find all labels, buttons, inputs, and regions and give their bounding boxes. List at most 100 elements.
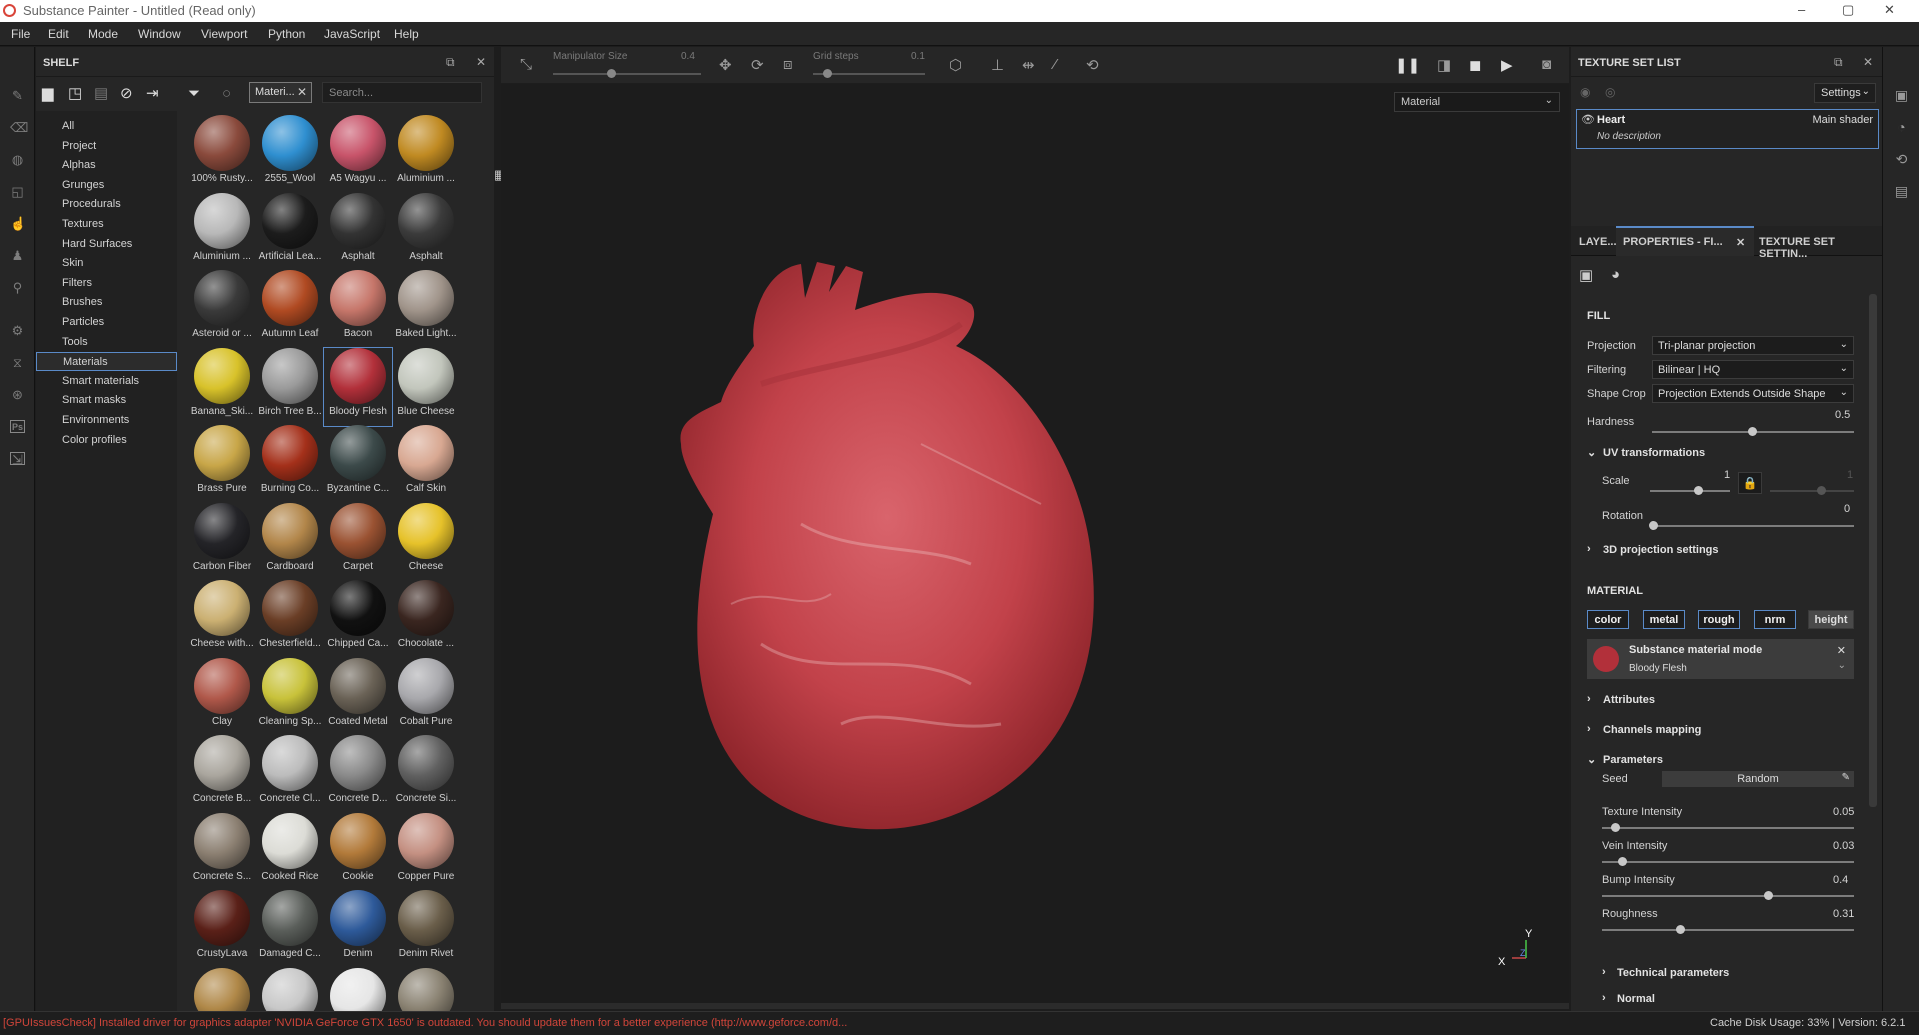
- technical-parameters-toggle[interactable]: ›: [1602, 966, 1606, 978]
- category-materials[interactable]: Materials: [36, 352, 177, 372]
- lock-icon[interactable]: 🔒: [1738, 472, 1762, 494]
- view-mode-icon[interactable]: ◨: [1437, 56, 1451, 74]
- material-tile[interactable]: Bacon: [324, 270, 392, 348]
- display-mode-select[interactable]: Material ⌄: [1394, 92, 1560, 112]
- material-tile[interactable]: Asteroid or ...: [188, 270, 256, 348]
- fill-layer-icon[interactable]: ▣: [1579, 266, 1593, 284]
- display-settings-icon[interactable]: ▣: [1894, 87, 1909, 103]
- param-value[interactable]: 0.05: [1833, 806, 1854, 818]
- material-tile[interactable]: Blue Cheese: [392, 347, 460, 426]
- pause-icon[interactable]: ❚❚: [1395, 56, 1420, 74]
- hide-icon[interactable]: ⊘: [120, 86, 133, 101]
- log-icon[interactable]: ▤: [1894, 183, 1909, 199]
- material-tile[interactable]: A5 Wagyu ...: [324, 115, 392, 193]
- remove-filter-icon[interactable]: ✕: [297, 85, 307, 99]
- material-tile[interactable]: Baked Light...: [392, 270, 460, 348]
- material-tile[interactable]: Concrete B...: [188, 735, 256, 813]
- category-skin[interactable]: Skin: [36, 254, 177, 273]
- projection-3d-title[interactable]: 3D projection settings: [1603, 544, 1719, 556]
- channel-color-button[interactable]: color: [1587, 610, 1629, 629]
- material-tile[interactable]: Calf Skin: [392, 425, 460, 503]
- scale-value[interactable]: 1: [1724, 469, 1730, 481]
- material-icon[interactable]: ◕: [1611, 266, 1620, 283]
- material-tile[interactable]: Cobalt Pure: [392, 657, 460, 736]
- gpu-warning-message[interactable]: [GPUIssuesCheck] Installed driver for gr…: [3, 1017, 847, 1029]
- align-icon[interactable]: ⊥: [991, 56, 1004, 74]
- menu-mode[interactable]: Mode: [88, 27, 118, 41]
- category-environments[interactable]: Environments: [36, 411, 177, 430]
- close-icon[interactable]: ✕: [1863, 55, 1873, 69]
- category-particles[interactable]: Particles: [36, 313, 177, 332]
- material-tile[interactable]: Asphalt: [324, 192, 392, 271]
- param-knob[interactable]: [1764, 891, 1774, 900]
- material-tile[interactable]: Artificial Lea...: [256, 192, 324, 271]
- material-tile[interactable]: Concrete D...: [324, 735, 392, 813]
- category-color-profiles[interactable]: Color profiles: [36, 431, 177, 450]
- category-smart-materials[interactable]: Smart materials: [36, 372, 177, 391]
- maximize-button[interactable]: ▢: [1842, 2, 1854, 18]
- material-tile[interactable]: Burning Co...: [256, 425, 324, 503]
- material-tile[interactable]: Banana_Ski...: [188, 347, 256, 426]
- tab-layers[interactable]: LAYE...: [1579, 236, 1617, 248]
- pencil-icon[interactable]: ✎: [1842, 772, 1850, 783]
- material-tile[interactable]: Asphalt: [392, 192, 460, 271]
- category-grunges[interactable]: Grunges: [36, 176, 177, 195]
- display-cube-icon[interactable]: ◼: [1469, 56, 1481, 74]
- visibility-icon[interactable]: ◉: [1580, 85, 1590, 99]
- attributes-title[interactable]: Attributes: [1603, 694, 1655, 706]
- rotation-value[interactable]: 0: [1844, 503, 1850, 515]
- parameters-title[interactable]: Parameters: [1603, 754, 1663, 766]
- material-tile[interactable]: Copper Pure: [392, 812, 460, 891]
- material-tile[interactable]: Cheese with...: [188, 580, 256, 658]
- minimize-button[interactable]: –: [1798, 2, 1805, 17]
- material-tile[interactable]: Carpet: [324, 502, 392, 581]
- color-picker-icon[interactable]: ⚲: [10, 281, 25, 294]
- material-tile[interactable]: Cleaning Sp...: [256, 657, 324, 736]
- param-knob[interactable]: [1676, 925, 1686, 934]
- param-value[interactable]: 0.03: [1833, 840, 1854, 852]
- polygon-fill-icon[interactable]: ◱: [10, 185, 25, 198]
- photoshop-icon[interactable]: Ps: [10, 420, 25, 433]
- tab-properties[interactable]: PROPERTIES - FI...: [1623, 236, 1723, 248]
- material-tile[interactable]: Carbon Fiber: [188, 502, 256, 581]
- material-tile[interactable]: 2555_Wool: [256, 115, 324, 193]
- menu-file[interactable]: File: [11, 27, 30, 41]
- screenshot-icon[interactable]: ◙: [1542, 56, 1551, 73]
- close-icon[interactable]: ✕: [476, 55, 486, 69]
- attributes-toggle[interactable]: ›: [1587, 693, 1591, 705]
- manipulator-size-slider[interactable]: [553, 73, 701, 75]
- category-smart-masks[interactable]: Smart masks: [36, 391, 177, 410]
- material-tile[interactable]: Cheese: [392, 502, 460, 581]
- material-tile[interactable]: Denim: [324, 890, 392, 968]
- material-tile[interactable]: Byzantine C...: [324, 425, 392, 503]
- filtering-dropdown[interactable]: Bilinear | HQ ⌄: [1652, 360, 1854, 379]
- param-value[interactable]: 0.31: [1833, 908, 1854, 920]
- technical-parameters-title[interactable]: Technical parameters: [1617, 967, 1729, 979]
- material-tile[interactable]: Coated Metal: [324, 657, 392, 736]
- viewport-hscroll[interactable]: [501, 1003, 1569, 1009]
- new-shelf-icon[interactable]: ◳: [68, 86, 82, 101]
- clone-icon[interactable]: ♟: [10, 249, 25, 262]
- eye-icon[interactable]: ◎: [1605, 85, 1615, 99]
- texture-set-row[interactable]: 👁 Heart Main shader No description: [1576, 109, 1879, 149]
- cube-icon[interactable]: ⬡: [949, 56, 962, 74]
- category-alphas[interactable]: Alphas: [36, 156, 177, 175]
- category-filters[interactable]: Filters: [36, 274, 177, 293]
- channels-mapping-title[interactable]: Channels mapping: [1603, 724, 1701, 736]
- uv-transformations-toggle[interactable]: ⌄: [1587, 446, 1596, 459]
- rotate-icon[interactable]: ⟳: [751, 56, 764, 74]
- channel-metal-button[interactable]: metal: [1643, 610, 1685, 629]
- hardness-value[interactable]: 0.5: [1835, 409, 1850, 421]
- parameters-toggle[interactable]: ⌄: [1587, 753, 1596, 766]
- material-tile[interactable]: Cookie: [324, 812, 392, 891]
- material-tile[interactable]: Aluminium ...: [188, 192, 256, 271]
- channel-rough-button[interactable]: rough: [1698, 610, 1740, 629]
- material-tile[interactable]: Aluminium ...: [392, 115, 460, 193]
- history-icon[interactable]: ⟲: [1086, 56, 1099, 74]
- param-knob[interactable]: [1610, 823, 1620, 832]
- float-icon[interactable]: ⧉: [446, 55, 455, 70]
- properties-scrollbar[interactable]: [1869, 294, 1877, 807]
- category-procedurals[interactable]: Procedurals: [36, 195, 177, 214]
- material-tile[interactable]: Concrete Cl...: [256, 735, 324, 813]
- layer-icon[interactable]: ⊛: [10, 388, 25, 401]
